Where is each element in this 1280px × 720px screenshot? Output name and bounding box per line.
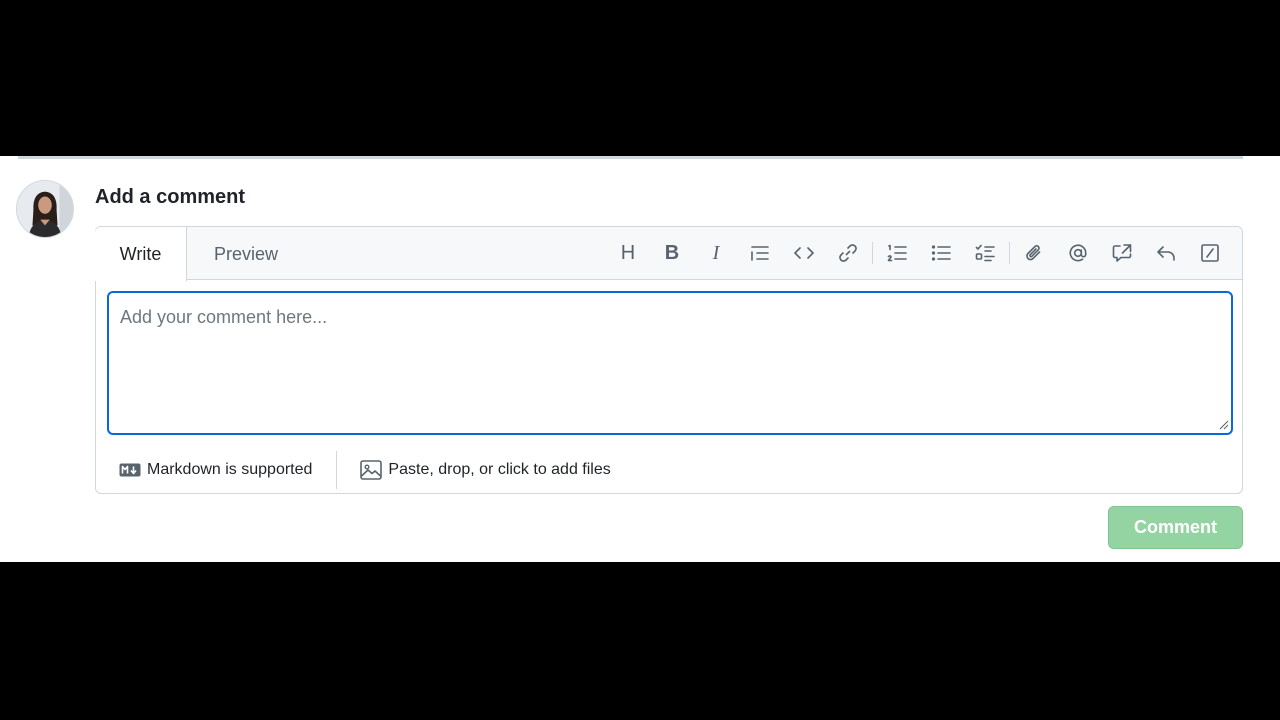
italic-icon: I	[712, 241, 720, 264]
mention-button[interactable]	[1056, 233, 1100, 273]
cross-reference-button[interactable]	[1100, 233, 1144, 273]
toolbar-divider	[1009, 242, 1010, 264]
code-button[interactable]	[782, 233, 826, 273]
unordered-list-icon	[931, 245, 951, 261]
link-icon	[839, 244, 857, 262]
heading-button[interactable]: H	[606, 233, 650, 273]
reply-button[interactable]	[1144, 233, 1188, 273]
comment-textarea[interactable]	[107, 291, 1233, 435]
avatar[interactable]	[16, 180, 74, 238]
code-icon	[794, 247, 814, 259]
task-list-button[interactable]	[963, 233, 1007, 273]
markdown-label: Markdown is supported	[147, 461, 313, 478]
comment-title: Add a comment	[95, 186, 246, 208]
slash-command-icon	[1201, 244, 1219, 262]
comment-section: Add a comment Write Preview H B I Add yo…	[0, 156, 1280, 562]
heading-icon: H	[620, 241, 636, 264]
comment-box: Write Preview H B I Add your comment her…	[95, 226, 1243, 494]
markdown-toolbar: H B I	[606, 233, 1232, 273]
italic-button[interactable]: I	[694, 233, 738, 273]
quote-icon	[751, 246, 769, 261]
image-icon	[360, 460, 383, 480]
ordered-list-button[interactable]	[875, 233, 919, 273]
comment-submit-button[interactable]: Comment	[1108, 506, 1243, 549]
divider	[18, 156, 1243, 159]
cross-reference-icon	[1112, 244, 1132, 262]
attach-button[interactable]	[1012, 233, 1056, 273]
ordered-list-icon	[887, 244, 907, 262]
markdown-icon	[119, 463, 141, 477]
bold-icon: B	[664, 241, 680, 264]
bold-button[interactable]: B	[650, 233, 694, 273]
reply-icon	[1157, 246, 1175, 261]
link-button[interactable]	[826, 233, 870, 273]
toolbar-divider	[872, 242, 873, 264]
quote-button[interactable]	[738, 233, 782, 273]
avatar-image	[17, 181, 73, 237]
slash-command-button[interactable]	[1188, 233, 1232, 273]
footer-divider	[336, 451, 338, 489]
task-list-icon	[975, 244, 995, 262]
comment-footer: Markdown is supported Paste, drop, or cl…	[96, 447, 1242, 493]
attach-icon	[1026, 245, 1041, 261]
markdown-help-link[interactable]: Markdown is supported	[119, 461, 312, 479]
unordered-list-button[interactable]	[919, 233, 963, 273]
add-files-button[interactable]: Paste, drop, or click to add files	[360, 460, 611, 480]
tab-bar: Write Preview H B I	[95, 227, 1242, 281]
mention-icon	[1069, 244, 1087, 262]
add-files-label: Paste, drop, or click to add files	[388, 461, 611, 478]
tab-preview[interactable]: Preview	[192, 227, 300, 281]
tab-write[interactable]: Write	[95, 227, 187, 281]
